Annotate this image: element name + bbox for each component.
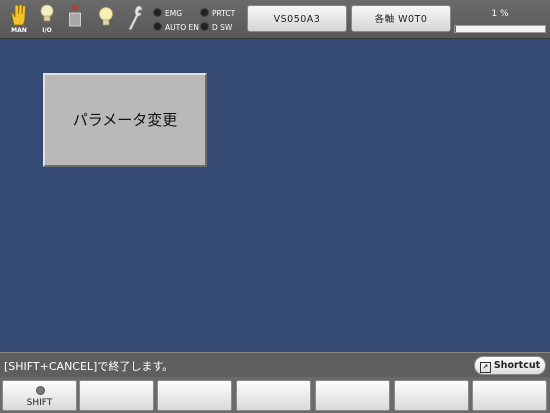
- speed-bar-fill: [455, 26, 456, 32]
- emg-lamp: EMG: [153, 8, 182, 19]
- robot-program-button[interactable]: VS050A3: [247, 5, 347, 32]
- emg-indicator-icon: [153, 8, 162, 17]
- auto-en-lamp: AUTO EN: [153, 22, 199, 33]
- man-label: MAN: [11, 27, 27, 34]
- speed-text: 1 %: [491, 9, 509, 19]
- function-key-3[interactable]: [157, 380, 232, 411]
- prtct-indicator-icon: [200, 8, 209, 17]
- message-bar: [SHIFT+CANCEL]で終了します。 ↗ Shortcut: [0, 352, 550, 378]
- shortcut-button[interactable]: ↗ Shortcut: [474, 356, 546, 375]
- manual-mode-hand-icon[interactable]: MAN: [6, 4, 32, 36]
- shortcut-arrow-icon: ↗: [479, 362, 491, 373]
- speed-indicator[interactable]: 1 %: [454, 6, 546, 33]
- status-toolbar: MAN I/O EMG PRTCT AUTO EN D SW VS050A3 各…: [0, 0, 550, 39]
- prtct-lamp: PRTCT: [200, 8, 235, 19]
- shortcut-label: Shortcut: [493, 360, 541, 371]
- lamp-bulb-icon[interactable]: [93, 4, 119, 36]
- auto-en-indicator-icon: [153, 22, 162, 31]
- stop-box-icon[interactable]: [62, 4, 88, 36]
- function-key-2[interactable]: [79, 380, 154, 411]
- d-sw-lamp: D SW: [200, 22, 232, 33]
- axis-mode-button[interactable]: 各軸 W0T0: [351, 5, 451, 32]
- parameter-change-button[interactable]: パラメータ変更: [43, 73, 207, 167]
- status-message: [SHIFT+CANCEL]で終了します。: [4, 360, 174, 373]
- io-bulb-icon[interactable]: I/O: [34, 4, 60, 36]
- d-sw-indicator-icon: [200, 22, 209, 31]
- shift-key-label: SHIFT: [26, 398, 53, 408]
- function-key-6[interactable]: [394, 380, 469, 411]
- io-label: I/O: [42, 27, 52, 34]
- function-key-bar: SHIFT: [0, 377, 550, 413]
- function-key-7[interactable]: [472, 380, 547, 411]
- shift-led-icon: [36, 386, 45, 395]
- speed-bar: [454, 25, 546, 33]
- function-key-4[interactable]: [236, 380, 311, 411]
- shift-key[interactable]: SHIFT: [2, 380, 77, 411]
- function-key-5[interactable]: [315, 380, 390, 411]
- wrench-icon[interactable]: [122, 4, 148, 36]
